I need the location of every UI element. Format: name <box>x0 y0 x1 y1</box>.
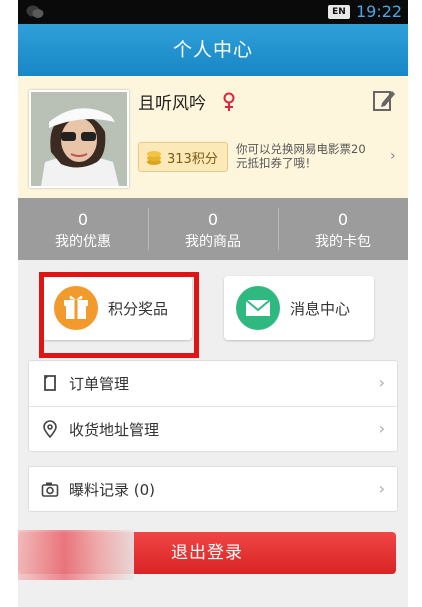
menu-item-address[interactable]: 收货地址管理 › <box>29 406 397 452</box>
chevron-right-icon: › <box>378 479 385 498</box>
menu-item-label: 曝料记录 (0) <box>69 481 156 499</box>
stat-count: 0 <box>77 210 89 229</box>
highlight-annotation <box>39 272 199 358</box>
menu-item-label: 订单管理 <box>69 375 130 393</box>
points-value: 313积分 <box>167 152 218 167</box>
stat-count: 0 <box>207 210 219 229</box>
points-badge[interactable]: 313积分 <box>138 142 228 172</box>
messages-label: 消息中心 <box>290 300 351 318</box>
stat-label: 我的卡包 <box>315 234 371 250</box>
username: 且听风吟 <box>138 94 206 114</box>
avatar[interactable] <box>29 90 129 188</box>
stat-label: 我的优惠 <box>55 234 111 250</box>
edit-icon[interactable] <box>372 88 396 112</box>
document-icon <box>44 375 56 391</box>
wechat-icon <box>26 5 44 18</box>
menu-item-tips[interactable]: 曝料记录 (0) › <box>29 467 397 511</box>
stat-cards[interactable]: 0 我的卡包 <box>278 198 408 260</box>
camera-icon <box>41 482 59 497</box>
promo-text[interactable]: 你可以兑换网易电影票20元抵扣券了哦！ <box>236 142 376 170</box>
stat-count: 0 <box>337 210 349 229</box>
location-pin-icon <box>43 420 57 438</box>
profile-section: 且听风吟 313积分 你可以兑换网易电影票20元抵扣券了哦！ › <box>18 76 408 198</box>
avatar-image <box>31 92 127 186</box>
chevron-right-icon[interactable]: › <box>390 148 396 164</box>
envelope-icon <box>236 286 280 330</box>
language-badge: EN <box>328 5 350 19</box>
blurred-overlay <box>18 530 134 580</box>
chevron-right-icon: › <box>378 373 385 392</box>
chevron-right-icon: › <box>378 419 385 438</box>
messages-button[interactable]: 消息中心 <box>224 276 374 340</box>
stat-coupons[interactable]: 0 我的优惠 <box>18 198 148 260</box>
stat-products[interactable]: 0 我的商品 <box>148 198 278 260</box>
stat-label: 我的商品 <box>185 234 241 250</box>
menu-list: 订单管理 › 收货地址管理 › <box>28 360 398 452</box>
stats-bar: 0 我的优惠 0 我的商品 0 我的卡包 <box>18 198 408 260</box>
menu-item-label: 收货地址管理 <box>69 421 160 439</box>
menu-item-orders[interactable]: 订单管理 › <box>29 361 397 406</box>
menu-list: 曝料记录 (0) › <box>28 466 398 512</box>
status-bar: EN 19:22 <box>18 0 408 24</box>
app-frame: EN 19:22 个人中心 且听风吟 313积分 你可以兑换网易电影票20元抵扣… <box>18 0 408 607</box>
female-icon <box>223 92 235 111</box>
page-title: 个人中心 <box>18 24 408 76</box>
coin-stack-icon <box>147 151 161 165</box>
status-time: 19:22 <box>356 2 403 21</box>
